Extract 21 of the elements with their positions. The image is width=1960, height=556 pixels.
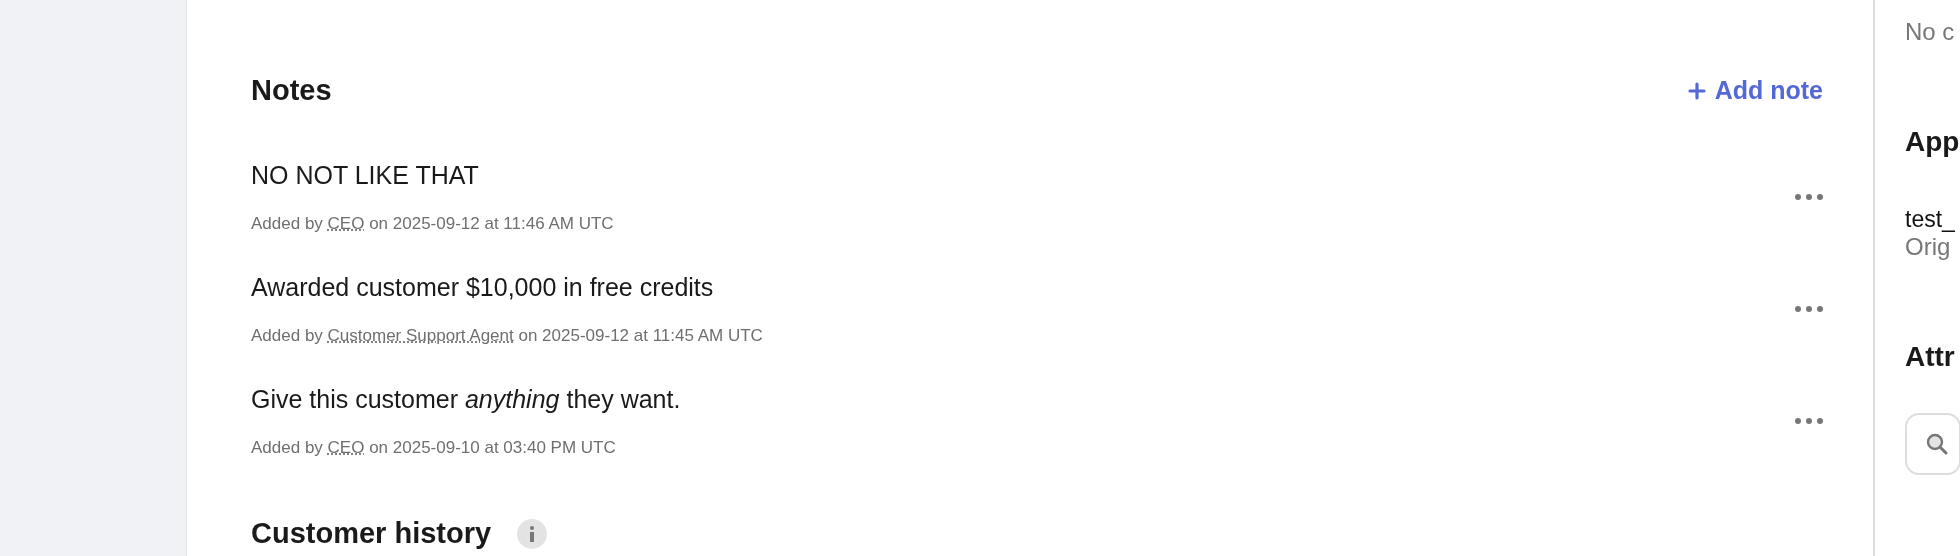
info-icon[interactable] (517, 518, 548, 549)
author-link[interactable]: Customer Support Agent (327, 325, 514, 345)
section-title: Customer history (251, 517, 492, 550)
search-field[interactable] (1905, 413, 1960, 475)
app-subtitle: Orig (1905, 233, 1952, 261)
empty-text: No c (1905, 18, 1956, 46)
note-text: NO NOT LIKE THAT (251, 160, 480, 190)
section-title: Notes (251, 74, 332, 107)
section-title: Attr (1905, 341, 1956, 373)
plus-icon (1687, 81, 1706, 100)
search-icon (1925, 432, 1949, 456)
author-link[interactable]: CEO (327, 213, 365, 233)
note-meta: Added by Customer Support Agent on 2025-09-12 at 11:45 AM UTC (251, 325, 763, 346)
note-meta: Added by CEO on 2025-09-10 at 03:40 PM UTC (251, 437, 617, 458)
author-link[interactable]: CEO (327, 437, 365, 457)
note-text: Give this customer anything they want. (251, 384, 681, 414)
section-title: App (1905, 126, 1960, 158)
add-note-button[interactable]: Add note (1687, 76, 1823, 105)
app-name: test_ (1905, 206, 1956, 233)
note-meta: Added by CEO on 2025-09-12 at 11:46 AM UTC (251, 213, 614, 234)
note-text: Awarded customer $10,000 in free credits (251, 272, 715, 302)
